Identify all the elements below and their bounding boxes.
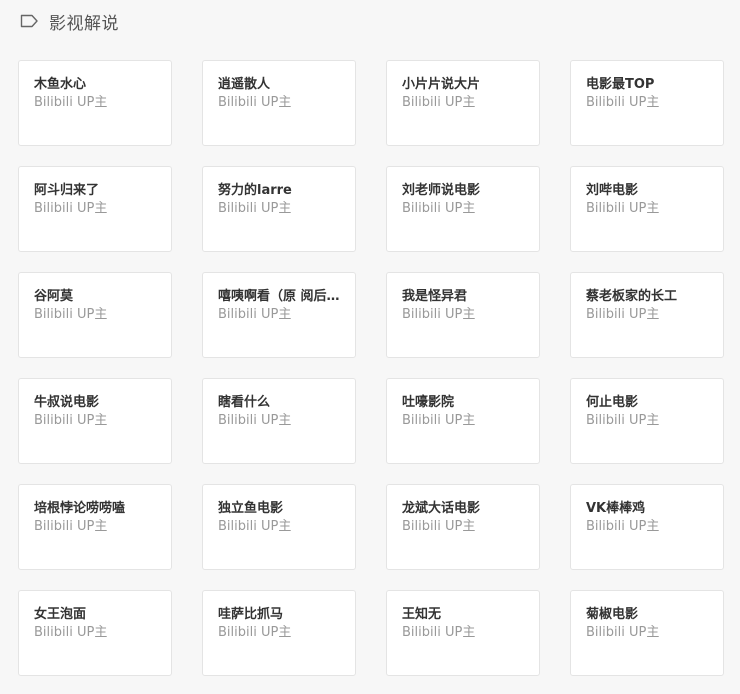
creator-grid: 木鱼水心 Bilibili UP主 逍遥散人 Bilibili UP主 小片片说大片 Bi… xyxy=(18,60,724,676)
creator-card[interactable]: 培根悖论唠唠嗑 Bilibili UP主 xyxy=(18,484,172,570)
creator-name: 独立鱼电影 xyxy=(218,501,284,516)
creator-subtitle: Bilibili UP主 xyxy=(218,307,292,322)
creator-name: 王知无 xyxy=(402,607,442,622)
tag-icon xyxy=(20,13,39,29)
creator-subtitle: Bilibili UP主 xyxy=(402,625,476,640)
creator-card[interactable]: 我是怪异君 Bilibili UP主 xyxy=(386,272,540,358)
creator-name: 何止电影 xyxy=(586,395,639,410)
creator-name: 刘老师说电影 xyxy=(402,183,481,198)
creator-name: 瞎看什么 xyxy=(218,395,271,410)
creator-subtitle: Bilibili UP主 xyxy=(586,519,660,534)
creator-card[interactable]: 菊椒电影 Bilibili UP主 xyxy=(570,590,724,676)
creator-card[interactable]: 龙斌大话电影 Bilibili UP主 xyxy=(386,484,540,570)
creator-card[interactable]: 嘻咦啊看（原 阅后… Bilibili UP主 xyxy=(202,272,356,358)
creator-subtitle: Bilibili UP主 xyxy=(402,307,476,322)
creator-card[interactable]: 何止电影 Bilibili UP主 xyxy=(570,378,724,464)
creator-subtitle: Bilibili UP主 xyxy=(218,625,292,640)
creator-card[interactable]: 独立鱼电影 Bilibili UP主 xyxy=(202,484,356,570)
creator-subtitle: Bilibili UP主 xyxy=(34,95,108,110)
creator-subtitle: Bilibili UP主 xyxy=(586,625,660,640)
creator-card[interactable]: 逍遥散人 Bilibili UP主 xyxy=(202,60,356,146)
section-title: 影视解说 xyxy=(49,13,119,34)
creator-name: 我是怪异君 xyxy=(402,289,468,304)
creator-name: 菊椒电影 xyxy=(586,607,639,622)
creator-name: 努力的larre xyxy=(218,183,292,198)
creator-card[interactable]: 蔡老板家的长工 Bilibili UP主 xyxy=(570,272,724,358)
creator-subtitle: Bilibili UP主 xyxy=(34,413,108,428)
creator-card[interactable]: 女王泡面 Bilibili UP主 xyxy=(18,590,172,676)
creator-name: 木鱼水心 xyxy=(34,77,87,92)
creator-subtitle: Bilibili UP主 xyxy=(586,307,660,322)
section-header: 影视解说 xyxy=(20,9,119,34)
creator-subtitle: Bilibili UP主 xyxy=(218,519,292,534)
creator-name: 刘哔电影 xyxy=(586,183,639,198)
creator-name: 哇萨比抓马 xyxy=(218,607,284,622)
creator-name: 牛叔说电影 xyxy=(34,395,100,410)
creator-subtitle: Bilibili UP主 xyxy=(34,625,108,640)
creator-card[interactable]: 阿斗归来了 Bilibili UP主 xyxy=(18,166,172,252)
creator-subtitle: Bilibili UP主 xyxy=(34,519,108,534)
creator-card[interactable]: 吐嚎影院 Bilibili UP主 xyxy=(386,378,540,464)
creator-name: 阿斗归来了 xyxy=(34,183,100,198)
creator-card[interactable]: 努力的larre Bilibili UP主 xyxy=(202,166,356,252)
creator-subtitle: Bilibili UP主 xyxy=(218,95,292,110)
creator-subtitle: Bilibili UP主 xyxy=(586,201,660,216)
creator-name: 谷阿莫 xyxy=(34,289,74,304)
creator-name: 培根悖论唠唠嗑 xyxy=(34,501,126,516)
creator-subtitle: Bilibili UP主 xyxy=(402,95,476,110)
creator-card[interactable]: 哇萨比抓马 Bilibili UP主 xyxy=(202,590,356,676)
creator-subtitle: Bilibili UP主 xyxy=(402,413,476,428)
creator-name: 龙斌大话电影 xyxy=(402,501,481,516)
creator-name: 女王泡面 xyxy=(34,607,87,622)
creator-card[interactable]: VK棒棒鸡 Bilibili UP主 xyxy=(570,484,724,570)
creator-subtitle: Bilibili UP主 xyxy=(402,519,476,534)
creator-subtitle: Bilibili UP主 xyxy=(402,201,476,216)
creator-name: VK棒棒鸡 xyxy=(586,501,646,516)
creator-card[interactable]: 刘老师说电影 Bilibili UP主 xyxy=(386,166,540,252)
creator-subtitle: Bilibili UP主 xyxy=(586,95,660,110)
creator-card[interactable]: 电影最TOP Bilibili UP主 xyxy=(570,60,724,146)
creator-subtitle: Bilibili UP主 xyxy=(218,201,292,216)
creator-name: 吐嚎影院 xyxy=(402,395,455,410)
creator-name: 嘻咦啊看（原 阅后… xyxy=(218,289,340,304)
creator-card[interactable]: 谷阿莫 Bilibili UP主 xyxy=(18,272,172,358)
creator-card[interactable]: 牛叔说电影 Bilibili UP主 xyxy=(18,378,172,464)
creator-card[interactable]: 木鱼水心 Bilibili UP主 xyxy=(18,60,172,146)
creator-name: 电影最TOP xyxy=(586,77,655,92)
creator-card[interactable]: 瞎看什么 Bilibili UP主 xyxy=(202,378,356,464)
creator-name: 逍遥散人 xyxy=(218,77,271,92)
creator-card[interactable]: 王知无 Bilibili UP主 xyxy=(386,590,540,676)
creator-subtitle: Bilibili UP主 xyxy=(218,413,292,428)
creator-subtitle: Bilibili UP主 xyxy=(34,307,108,322)
creator-card[interactable]: 刘哔电影 Bilibili UP主 xyxy=(570,166,724,252)
creator-subtitle: Bilibili UP主 xyxy=(586,413,660,428)
creator-name: 蔡老板家的长工 xyxy=(586,289,678,304)
creator-name: 小片片说大片 xyxy=(402,77,481,92)
creator-subtitle: Bilibili UP主 xyxy=(34,201,108,216)
creator-card[interactable]: 小片片说大片 Bilibili UP主 xyxy=(386,60,540,146)
